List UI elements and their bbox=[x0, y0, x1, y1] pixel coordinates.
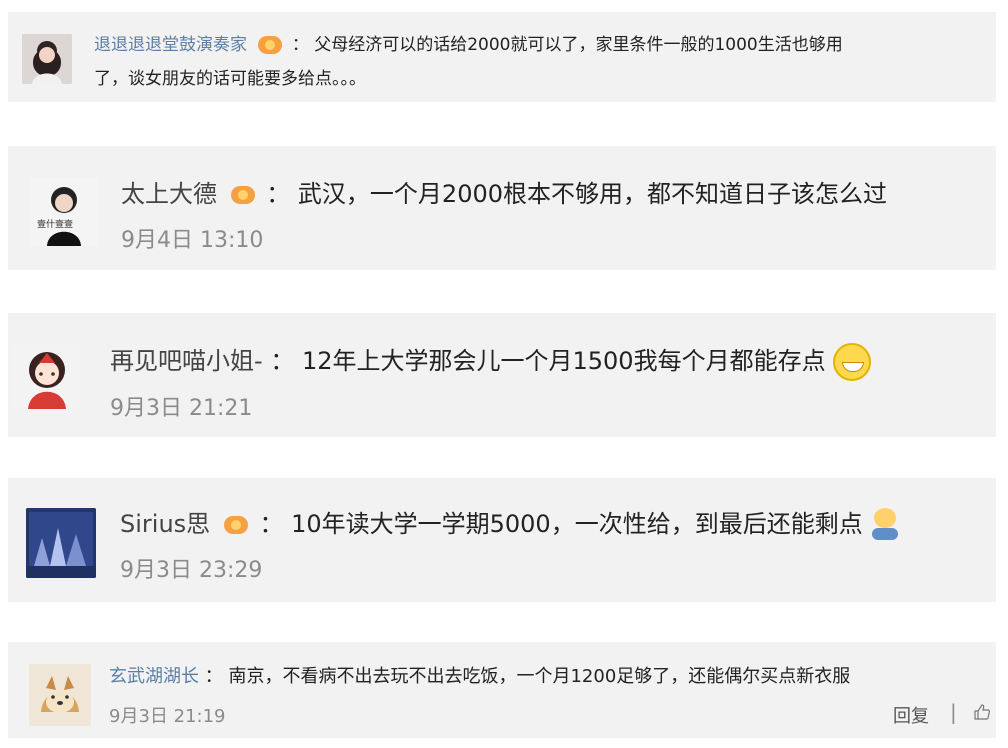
user-avatar-icon bbox=[29, 664, 91, 726]
comment-card: 玄武湖湖长 ： 南京，不看病不出去玩不出去吃饭，一个月1200足够了，还能偶尔买… bbox=[8, 642, 996, 738]
vip-badge-icon bbox=[223, 516, 248, 534]
comment-content-line: 再见吧喵小姐- ： 12年上大学那会儿一个月1500我每个月都能存点 bbox=[110, 341, 872, 381]
separator: ： bbox=[270, 347, 295, 375]
cry-emoji-icon bbox=[870, 508, 900, 542]
reply-button[interactable]: 回复 bbox=[893, 702, 929, 728]
comment-text: 武汉，一个月2000根本不够用，都不知道日子该怎么过 bbox=[297, 180, 887, 208]
user-avatar-icon[interactable] bbox=[29, 664, 91, 726]
comment-text: 父母经济可以的话给2000就可以了，家里条件一般的1000生活也够用 bbox=[314, 35, 843, 55]
vip-badge-icon bbox=[230, 186, 255, 204]
laugh-emoji-icon bbox=[833, 343, 872, 381]
comment-content-line: Sirius思 ： 10年读大学一学期5000，一次性给，到最后还能剩点 bbox=[120, 504, 900, 542]
user-avatar-icon[interactable] bbox=[14, 343, 80, 409]
comment-card: 退退退退堂鼓演奏家 ： 父母经济可以的话给2000就可以了，家里条件一般的100… bbox=[8, 12, 996, 102]
user-avatar-icon: 壹什壹壹 bbox=[30, 178, 98, 246]
user-avatar-icon[interactable]: 壹什壹壹 bbox=[30, 178, 98, 246]
comment-text: 10年读大学一学期5000，一次性给，到最后还能剩点 bbox=[291, 510, 863, 538]
separator: ： bbox=[204, 666, 223, 687]
comment-text: 了，谈女朋友的话可能要多给点。。。 bbox=[94, 69, 366, 89]
user-avatar-icon[interactable] bbox=[22, 34, 72, 84]
action-divider: | bbox=[950, 700, 957, 724]
avatar-label: 壹什壹壹 bbox=[37, 218, 73, 230]
comment-text: 南京，不看病不出去玩不出去吃饭，一个月1200足够了，还能偶尔买点新衣服 bbox=[228, 666, 851, 687]
user-name[interactable]: 太上大德 bbox=[121, 180, 217, 208]
separator: ： bbox=[266, 180, 291, 208]
user-avatar-icon bbox=[22, 34, 72, 84]
comment-content-line-2: 了，谈女朋友的话可能要多给点。。。 bbox=[94, 64, 366, 89]
comment-content-line: 玄武湖湖长 ： 南京，不看病不出去玩不出去吃饭，一个月1200足够了，还能偶尔买… bbox=[109, 662, 850, 688]
separator: ： bbox=[291, 35, 309, 55]
thumbs-up-icon[interactable] bbox=[973, 703, 991, 721]
user-name[interactable]: Sirius思 bbox=[120, 510, 210, 538]
comment-content-line: 太上大德 ： 武汉，一个月2000根本不够用，都不知道日子该怎么过 bbox=[121, 174, 887, 209]
comment-time: 9月3日 21:19 bbox=[109, 706, 226, 727]
user-avatar-icon[interactable] bbox=[26, 508, 96, 578]
comment-time: 9月4日 13:10 bbox=[121, 228, 264, 253]
user-avatar-icon bbox=[26, 508, 96, 578]
thumbs-up-icon bbox=[974, 704, 990, 720]
separator: ： bbox=[259, 510, 284, 538]
user-name[interactable]: 玄武湖湖长 bbox=[109, 666, 199, 687]
comment-card: 壹什壹壹 太上大德 ： 武汉，一个月2000根本不够用，都不知道日子该怎么过 9… bbox=[8, 146, 996, 270]
comment-time: 9月3日 23:29 bbox=[120, 558, 263, 583]
comment-time: 9月3日 21:21 bbox=[110, 396, 253, 421]
user-avatar-icon bbox=[14, 343, 80, 409]
comment-card: Sirius思 ： 10年读大学一学期5000，一次性给，到最后还能剩点 9月3… bbox=[8, 478, 996, 602]
user-name[interactable]: 退退退退堂鼓演奏家 bbox=[94, 35, 247, 55]
user-name[interactable]: 再见吧喵小姐- bbox=[110, 347, 263, 375]
comment-content-line-1: 退退退退堂鼓演奏家 ： 父母经济可以的话给2000就可以了，家里条件一般的100… bbox=[94, 30, 843, 55]
comment-text: 12年上大学那会儿一个月1500我每个月都能存点 bbox=[301, 347, 826, 375]
vip-badge-icon bbox=[258, 36, 283, 54]
comment-card: 再见吧喵小姐- ： 12年上大学那会儿一个月1500我每个月都能存点 9月3日 … bbox=[8, 313, 996, 437]
